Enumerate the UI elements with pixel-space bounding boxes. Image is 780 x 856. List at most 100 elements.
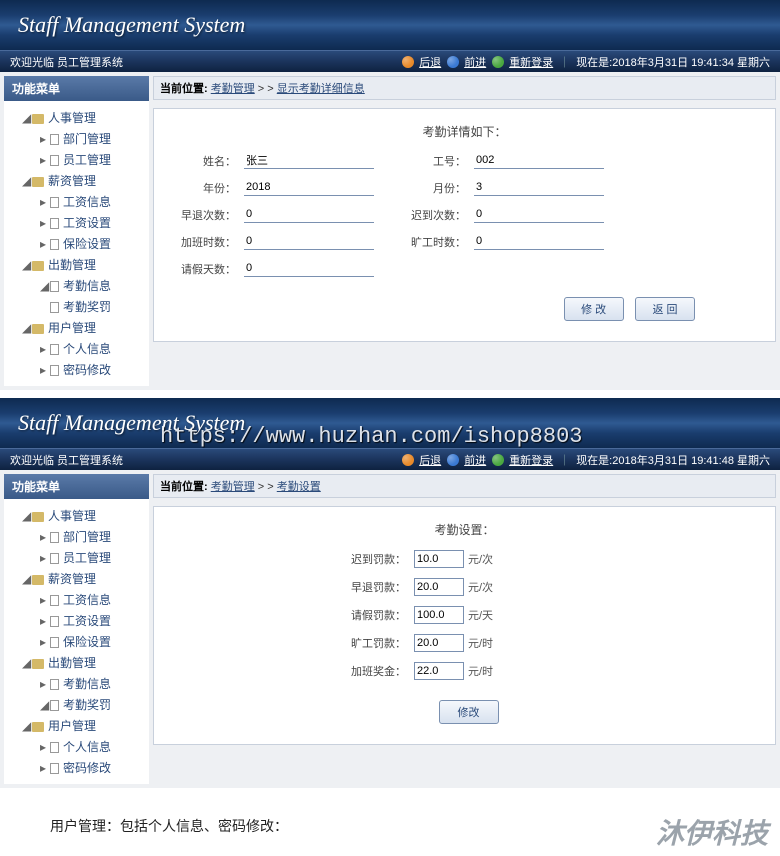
leave-fine-label: 请假罚款： [344, 607, 414, 623]
name-input[interactable] [244, 152, 374, 169]
absent-input[interactable] [474, 233, 604, 250]
late-input[interactable] [474, 206, 604, 223]
nav-hr-emp[interactable]: ▸员工管理 [8, 547, 145, 568]
file-icon [50, 239, 59, 250]
month-input[interactable] [474, 179, 604, 196]
breadcrumb-cat[interactable]: 考勤管理 [211, 83, 255, 95]
forward-icon [447, 454, 459, 466]
separator: ｜ [559, 54, 570, 70]
absent-fine-input[interactable] [414, 634, 464, 652]
ot-bonus-input[interactable] [414, 662, 464, 680]
back-icon [402, 454, 414, 466]
nav-tree: ◢人事管理 ▸部门管理 ▸员工管理 ◢薪资管理 ▸工资信息 ▸工资设置 ▸保险设… [4, 499, 149, 784]
file-icon [50, 365, 59, 376]
forward-link[interactable]: 前进 [464, 54, 486, 70]
breadcrumb-cat[interactable]: 考勤管理 [211, 481, 255, 493]
empno-input[interactable] [474, 152, 604, 169]
file-icon [50, 742, 59, 753]
early-input[interactable] [244, 206, 374, 223]
attendance-settings-form: 考勤设置： 迟到罚款：元/次 早退罚款：元/次 请假罚款：元/天 旷工罚款：元/… [153, 506, 776, 745]
nav-user-pwd[interactable]: ▸密码修改 [8, 757, 145, 778]
edit-button[interactable]: 修改 [439, 700, 499, 724]
year-input[interactable] [244, 179, 374, 196]
ot-label: 加班时数： [174, 234, 244, 250]
relogin-link[interactable]: 重新登录 [509, 452, 553, 468]
nav-salary-ins[interactable]: ▸保险设置 [8, 631, 145, 652]
back-button[interactable]: 返 回 [635, 297, 695, 321]
nav-att[interactable]: ◢出勤管理 [8, 652, 145, 673]
nav-att-rp[interactable]: ◢考勤奖罚 [8, 694, 145, 715]
breadcrumb-page[interactable]: 考勤设置 [277, 481, 321, 493]
early-fine-input[interactable] [414, 578, 464, 596]
nav-hr[interactable]: ◢人事管理 [8, 107, 145, 128]
file-icon [50, 344, 59, 355]
nav-hr[interactable]: ◢人事管理 [8, 505, 145, 526]
file-icon [50, 616, 59, 627]
nav-hr-dept[interactable]: ▸部门管理 [8, 526, 145, 547]
file-icon [50, 763, 59, 774]
nav-att-info[interactable]: ◢考勤信息 [8, 275, 145, 296]
nav-hr-dept[interactable]: ▸部门管理 [8, 128, 145, 149]
nav-salary[interactable]: ◢薪资管理 [8, 568, 145, 589]
forward-link[interactable]: 前进 [464, 452, 486, 468]
system-title: Staff Management System [18, 12, 245, 38]
file-icon [50, 532, 59, 543]
relogin-link[interactable]: 重新登录 [509, 54, 553, 70]
breadcrumb: 当前位置: 考勤管理 > > 考勤设置 [153, 474, 776, 498]
absent-fine-label: 旷工罚款： [344, 635, 414, 651]
late-unit: 元/次 [468, 551, 493, 567]
ot-input[interactable] [244, 233, 374, 250]
folder-icon [32, 512, 44, 522]
breadcrumb: 当前位置: 考勤管理 > > 显示考勤详细信息 [153, 76, 776, 100]
folder-icon [32, 659, 44, 669]
nav-hr-emp[interactable]: ▸员工管理 [8, 149, 145, 170]
folder-icon [32, 575, 44, 585]
empno-label: 工号： [404, 153, 474, 169]
nav-tree: ◢人事管理 ▸部门管理 ▸员工管理 ◢薪资管理 ▸工资信息 ▸工资设置 ▸保险设… [4, 101, 149, 386]
nav-salary-set[interactable]: ▸工资设置 [8, 610, 145, 631]
nav-salary-set[interactable]: ▸工资设置 [8, 212, 145, 233]
breadcrumb-page[interactable]: 显示考勤详细信息 [277, 83, 365, 95]
late-fine-label: 迟到罚款： [344, 551, 414, 567]
edit-button[interactable]: 修 改 [564, 297, 624, 321]
header-banner: Staff Management System [0, 398, 780, 448]
name-label: 姓名： [174, 153, 244, 169]
leave-unit: 元/天 [468, 607, 493, 623]
separator: ｜ [559, 452, 570, 468]
nav-salary-wage[interactable]: ▸工资信息 [8, 191, 145, 212]
leave-fine-input[interactable] [414, 606, 464, 624]
nav-user-info[interactable]: ▸个人信息 [8, 736, 145, 757]
back-link[interactable]: 后退 [419, 452, 441, 468]
header-banner: Staff Management System [0, 0, 780, 50]
file-icon [50, 679, 59, 690]
breadcrumb-label: 当前位置: [160, 481, 208, 493]
nav-salary[interactable]: ◢薪资管理 [8, 170, 145, 191]
early-unit: 元/次 [468, 579, 493, 595]
relogin-icon [492, 56, 504, 68]
nav-user[interactable]: ◢用户管理 [8, 317, 145, 338]
absent-unit: 元/时 [468, 635, 493, 651]
late-label: 迟到次数： [404, 207, 474, 223]
nav-salary-wage[interactable]: ▸工资信息 [8, 589, 145, 610]
nav-salary-ins[interactable]: ▸保险设置 [8, 233, 145, 254]
welcome-text: 欢迎光临 员工管理系统 [10, 54, 402, 70]
folder-icon [32, 114, 44, 124]
nav-user-pwd[interactable]: ▸密码修改 [8, 359, 145, 380]
folder-icon [32, 324, 44, 334]
form-legend: 考勤设置： [174, 521, 755, 538]
file-icon [50, 553, 59, 564]
file-icon [50, 134, 59, 145]
absent-label: 旷工时数： [404, 234, 474, 250]
folder-icon [32, 177, 44, 187]
back-link[interactable]: 后退 [419, 54, 441, 70]
watermark: 沐伊科技 [656, 812, 768, 852]
file-icon [50, 197, 59, 208]
nav-att[interactable]: ◢出勤管理 [8, 254, 145, 275]
nav-user-info[interactable]: ▸个人信息 [8, 338, 145, 359]
late-fine-input[interactable] [414, 550, 464, 568]
nav-att-rp[interactable]: 考勤奖罚 [8, 296, 145, 317]
nav-att-info[interactable]: ▸考勤信息 [8, 673, 145, 694]
nav-user[interactable]: ◢用户管理 [8, 715, 145, 736]
leave-input[interactable] [244, 260, 374, 277]
folder-icon [32, 261, 44, 271]
